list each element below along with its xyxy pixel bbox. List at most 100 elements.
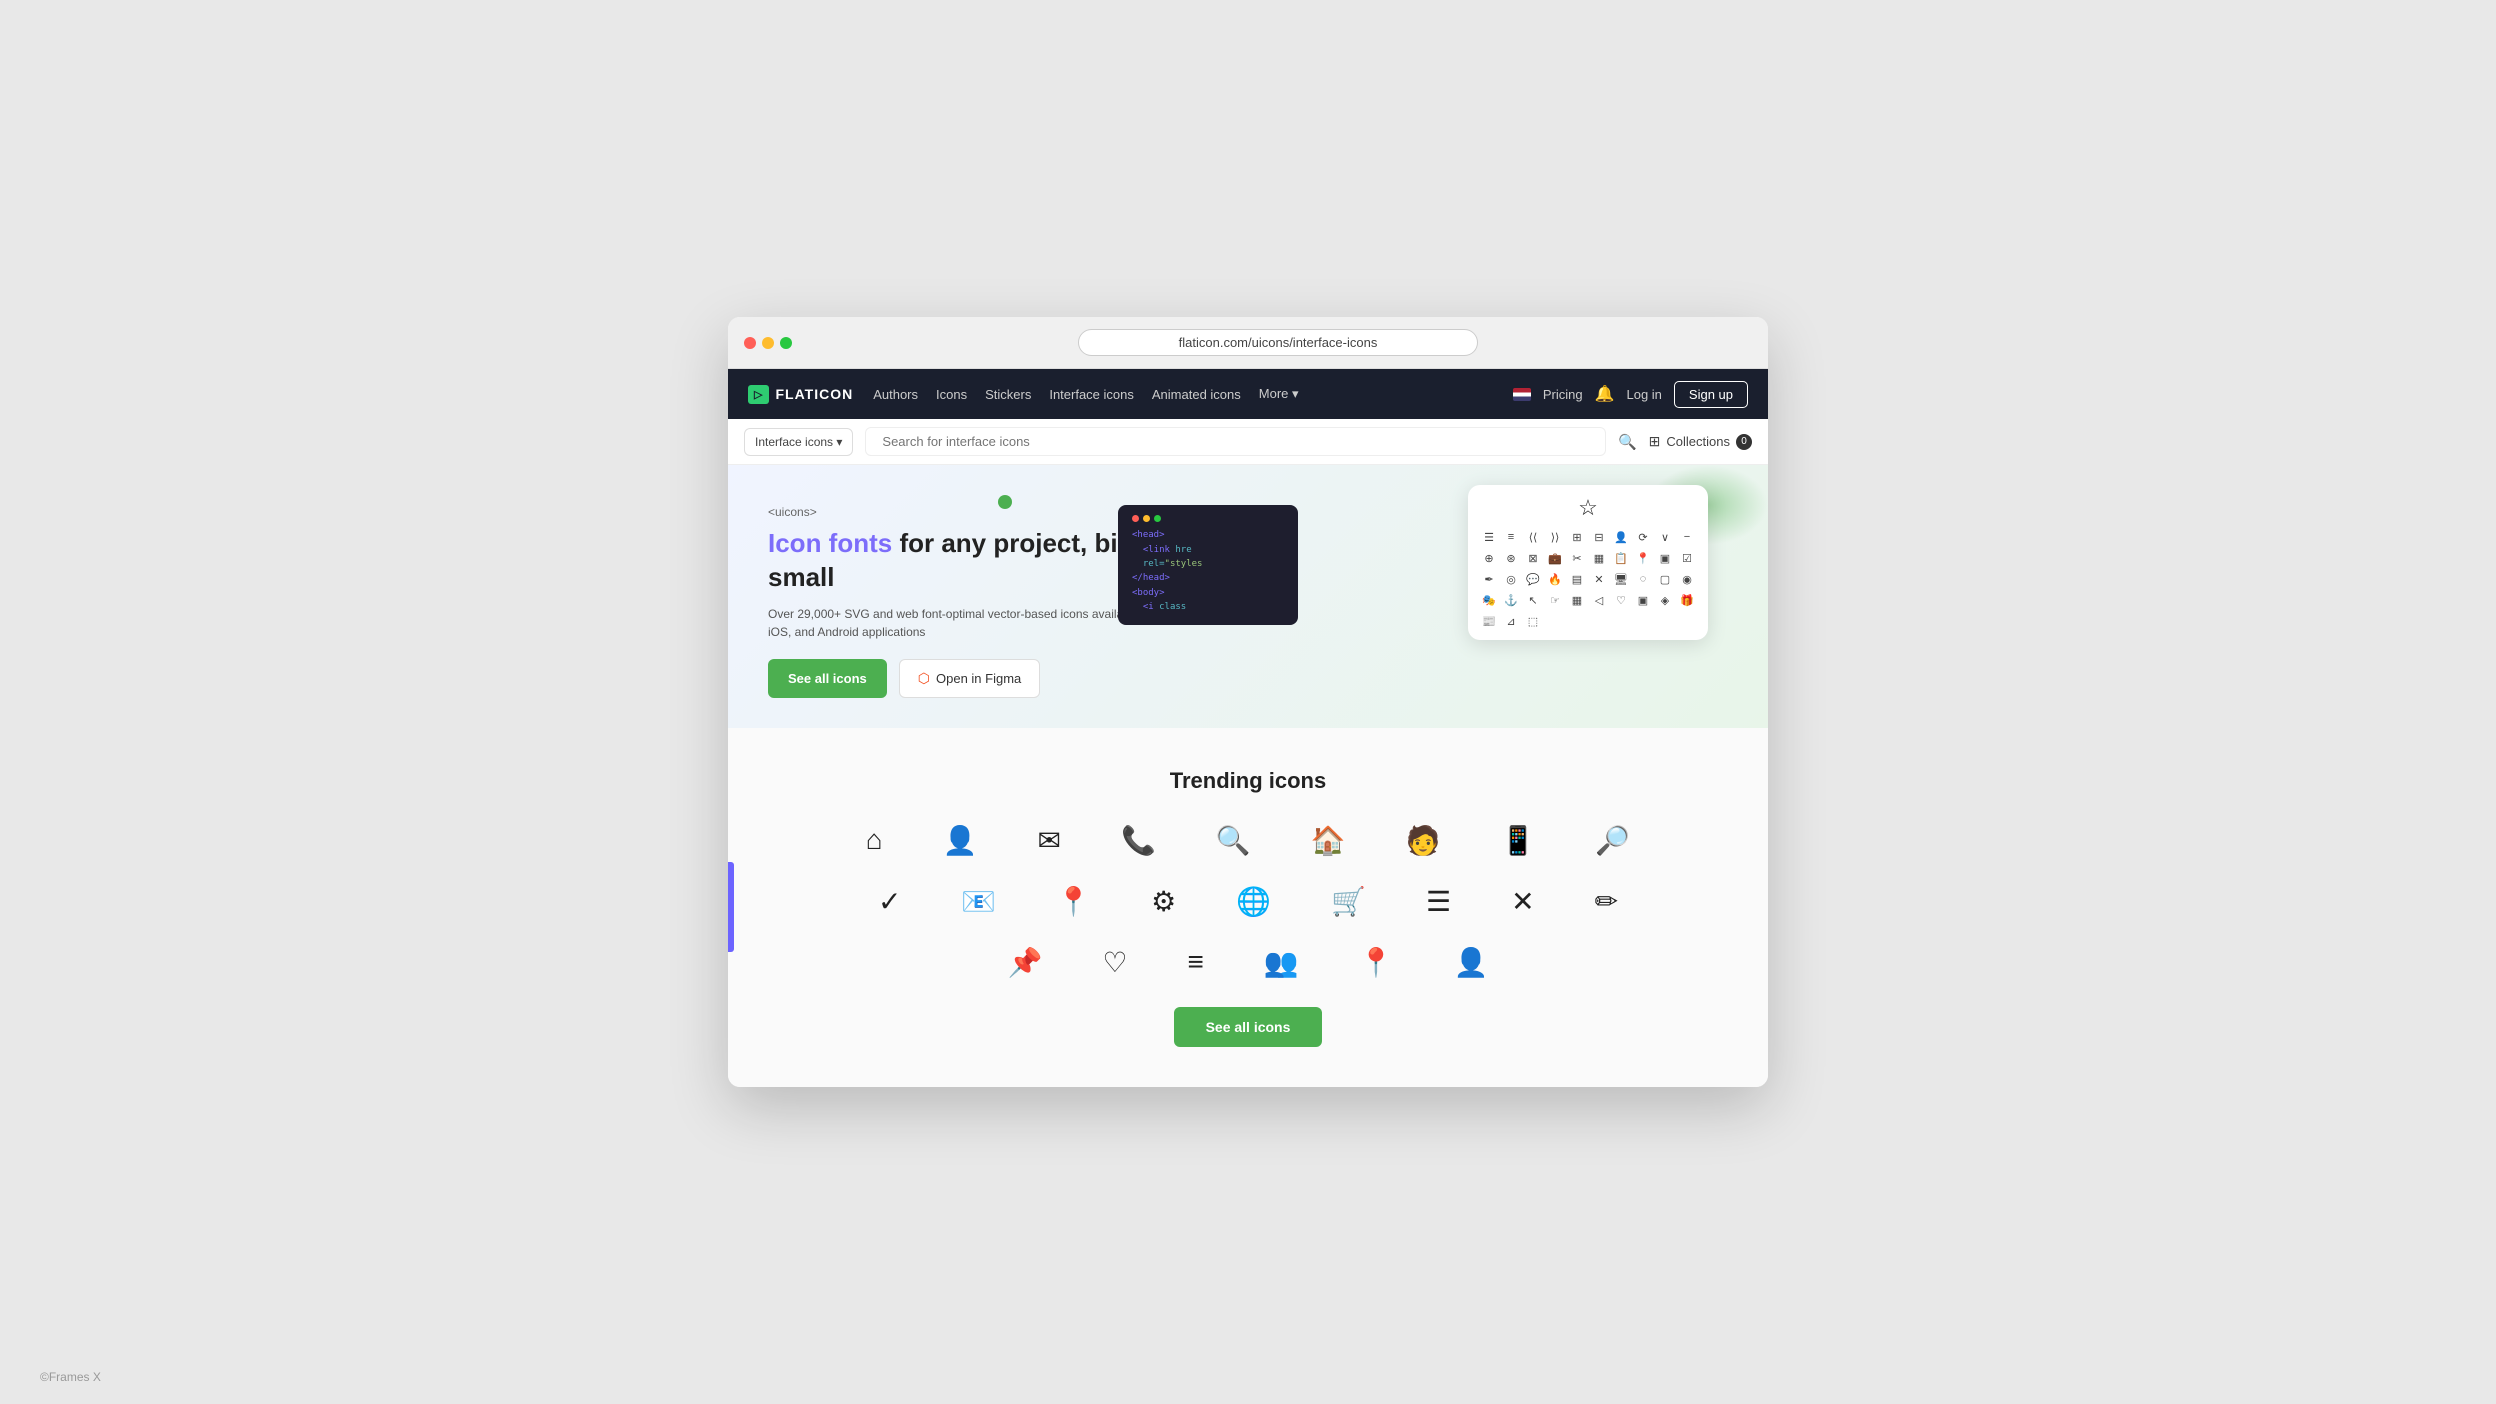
ig-icon[interactable]: 📋 — [1612, 550, 1630, 567]
ig-icon[interactable]: ▤ — [1568, 571, 1586, 588]
ig-icon[interactable]: 👤 — [1612, 529, 1630, 546]
trending-row-2: ✓ 📧 📍 ⚙ 🌐 🛒 ☰ ✕ ✏ — [808, 885, 1688, 918]
ig-icon[interactable]: ▦ — [1568, 592, 1586, 609]
ig-icon[interactable]: 📍 — [1634, 550, 1652, 567]
ig-icon[interactable]: ◈ — [1656, 592, 1674, 609]
ig-icon[interactable]: ✒ — [1480, 571, 1498, 588]
trend-home-outline[interactable]: ⌂ — [866, 824, 883, 857]
url-bar[interactable]: flaticon.com/uicons/interface-icons — [1078, 329, 1478, 356]
trend-search-filled[interactable]: 🔎 — [1595, 824, 1630, 857]
ig-icon[interactable]: ▣ — [1656, 550, 1674, 567]
trend-user-outline[interactable]: 👤 — [943, 824, 978, 857]
filter-dropdown[interactable]: Interface icons ▾ — [744, 428, 853, 456]
trend-menu[interactable]: ☰ — [1426, 885, 1451, 918]
notification-icon[interactable]: 🔔 — [1595, 384, 1615, 404]
ig-icon[interactable]: ✂ — [1568, 550, 1586, 567]
ig-icon[interactable]: − — [1678, 529, 1696, 546]
ig-icon[interactable]: ◌ — [1634, 571, 1652, 588]
collections-label: Collections — [1666, 434, 1730, 449]
ig-icon[interactable]: ◉ — [1678, 571, 1696, 588]
nav-login[interactable]: Log in — [1626, 387, 1661, 402]
nav-pricing[interactable]: Pricing — [1543, 387, 1583, 402]
collections-button[interactable]: ⊞ Collections 0 — [1649, 433, 1752, 450]
ig-icon[interactable]: 💼 — [1546, 550, 1564, 567]
ig-icon[interactable]: ☞ — [1546, 592, 1564, 609]
trend-check[interactable]: ✓ — [878, 885, 901, 918]
search-input[interactable] — [874, 428, 1597, 455]
trend-heart[interactable]: ♡ — [1102, 946, 1127, 979]
ig-icon[interactable]: ▣ — [1634, 592, 1652, 609]
trend-users[interactable]: 👥 — [1264, 946, 1299, 979]
ig-icon[interactable]: ▢ — [1656, 571, 1674, 588]
nav-interface-icons[interactable]: Interface icons — [1049, 387, 1134, 402]
ig-icon[interactable]: ♡ — [1612, 592, 1630, 609]
ig-icon[interactable]: ⊛ — [1502, 550, 1520, 567]
ig-icon[interactable]: ⊿ — [1502, 613, 1520, 630]
maximize-button[interactable] — [780, 337, 792, 349]
trend-location-pin[interactable]: 📍 — [1359, 946, 1394, 979]
trend-search-outline[interactable]: 🔍 — [1216, 824, 1251, 857]
ig-icon[interactable]: ⊕ — [1480, 550, 1498, 567]
ig-icon[interactable]: ⊟ — [1590, 529, 1608, 546]
ig-icon[interactable]: ⚓ — [1502, 592, 1520, 609]
search-icon[interactable]: 🔍 — [1618, 433, 1637, 451]
see-all-button[interactable]: See all icons — [1174, 1007, 1323, 1047]
ig-icon[interactable]: ↖ — [1524, 592, 1542, 609]
ig-icon[interactable]: ▦ — [1590, 550, 1608, 567]
ig-icon[interactable]: ⟨⟨ — [1524, 529, 1542, 546]
dot-yellow — [1143, 515, 1150, 522]
trend-person[interactable]: 🧑 — [1406, 824, 1441, 857]
ig-icon[interactable]: ⊞ — [1568, 529, 1586, 546]
ig-icon[interactable]: ⟩⟩ — [1546, 529, 1564, 546]
trend-phone-call[interactable]: 📞 — [1121, 824, 1156, 857]
ig-icon[interactable]: 💬 — [1524, 571, 1542, 588]
ig-icon[interactable]: ◁ — [1590, 592, 1608, 609]
nav-signup[interactable]: Sign up — [1674, 381, 1748, 408]
trend-home-filled[interactable]: 🏠 — [1311, 824, 1346, 857]
trend-edit[interactable]: ✏ — [1595, 885, 1618, 918]
ig-icon[interactable]: ◎ — [1502, 571, 1520, 588]
site-logo[interactable]: ▷ FLATICON — [748, 385, 853, 404]
nav-animated-icons[interactable]: Animated icons — [1152, 387, 1241, 402]
trend-location[interactable]: 📍 — [1056, 885, 1091, 918]
nav-authors[interactable]: Authors — [873, 387, 918, 402]
open-figma-button[interactable]: ⬡ Open in Figma — [899, 659, 1041, 698]
ig-icon[interactable]: ∨ — [1656, 529, 1674, 546]
close-button[interactable] — [744, 337, 756, 349]
ig-icon[interactable]: ☰ — [1480, 529, 1498, 546]
trend-user-filled[interactable]: 👤 — [1454, 946, 1489, 979]
ig-icon[interactable]: ✕ — [1590, 571, 1608, 588]
language-flag[interactable] — [1513, 388, 1531, 401]
trend-settings[interactable]: ⚙ — [1151, 885, 1176, 918]
trend-email[interactable]: ✉ — [1038, 824, 1061, 857]
ig-icon[interactable]: ⊠ — [1524, 550, 1542, 567]
trend-list[interactable]: ≡ — [1188, 946, 1204, 979]
trend-phone[interactable]: 📱 — [1501, 824, 1536, 857]
trend-globe[interactable]: 🌐 — [1236, 885, 1271, 918]
nav-icons[interactable]: Icons — [936, 387, 967, 402]
trend-close[interactable]: ✕ — [1511, 885, 1534, 918]
ig-icon[interactable]: ☑ — [1678, 550, 1696, 567]
browser-window: flaticon.com/uicons/interface-icons ▷ FL… — [728, 317, 1768, 1087]
ig-icon[interactable]: 🎭 — [1480, 592, 1498, 609]
ig-icon[interactable]: ≡ — [1502, 529, 1520, 546]
figma-icon: ⬡ — [918, 670, 930, 687]
trend-cart[interactable]: 🛒 — [1331, 885, 1366, 918]
ig-icon[interactable]: 🔥 — [1546, 571, 1564, 588]
ig-icon[interactable]: 📰 — [1480, 613, 1498, 630]
side-scroll-strip — [728, 862, 734, 952]
trend-pin[interactable]: 📌 — [1008, 946, 1043, 979]
hero-buttons: See all icons ⬡ Open in Figma — [768, 659, 1188, 698]
search-bar[interactable] — [865, 427, 1606, 456]
ig-icon[interactable]: ⬚ — [1524, 613, 1542, 630]
ig-icon[interactable]: 🎁 — [1678, 592, 1696, 609]
ig-icon[interactable]: 🖥 — [1612, 571, 1630, 588]
nav-more[interactable]: More ▾ — [1259, 386, 1299, 402]
trend-email-filled[interactable]: 📧 — [961, 885, 996, 918]
code-mockup: <head> <link hre rel="styles </head> <bo… — [1118, 505, 1298, 624]
see-all-icons-button[interactable]: See all icons — [768, 659, 887, 698]
hero-title-colored: Icon fonts — [768, 528, 892, 558]
nav-stickers[interactable]: Stickers — [985, 387, 1031, 402]
ig-icon[interactable]: ⟳ — [1634, 529, 1652, 546]
minimize-button[interactable] — [762, 337, 774, 349]
